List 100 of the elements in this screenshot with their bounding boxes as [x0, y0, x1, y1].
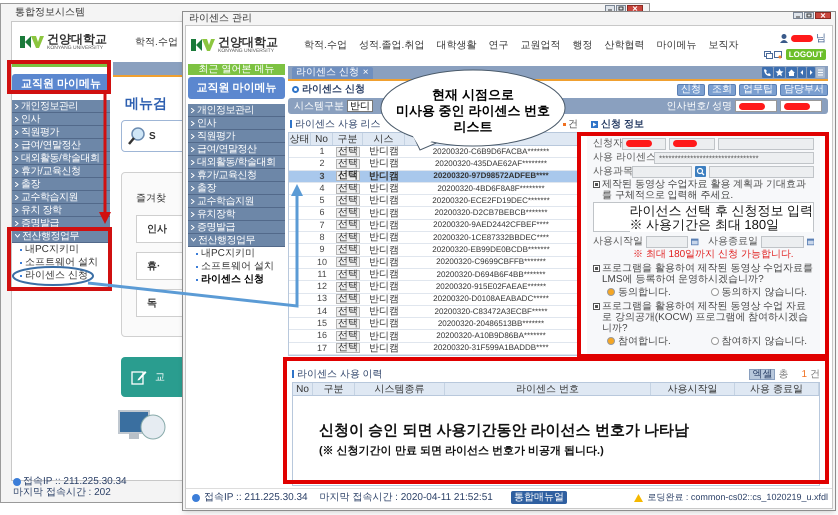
- radio-option[interactable]: 참여하지 않습니다.: [710, 335, 814, 347]
- input-field[interactable]: [622, 138, 666, 150]
- menu-icon[interactable]: [816, 67, 825, 78]
- input-field[interactable]: [646, 236, 688, 248]
- table-row[interactable]: 12 선택 반디캠 20200320-915E02FAEAE******: [289, 281, 577, 294]
- home-icon[interactable]: [786, 67, 797, 78]
- submenu-item[interactable]: 소프트웨어 설치: [12, 256, 110, 269]
- menu-item[interactable]: 증명발급: [188, 221, 285, 234]
- shortcut-button[interactable]: 인사: [136, 215, 185, 243]
- select-button[interactable]: 선택: [336, 257, 360, 268]
- submenu-item[interactable]: 소프트웨어 설치: [188, 260, 285, 273]
- system-select[interactable]: 반디: [347, 100, 373, 112]
- select-button[interactable]: 선택: [336, 196, 360, 206]
- nav-link[interactable]: 산학협력: [604, 38, 644, 52]
- menu-item[interactable]: 인사: [12, 113, 110, 126]
- nav-link[interactable]: 연구: [488, 38, 508, 52]
- radio-option[interactable]: 참여합니다.: [607, 335, 710, 347]
- text-area[interactable]: 라이선스 선택 후 신청정보 입력 ※ 사용기간은 최대 180일: [593, 202, 814, 232]
- maximize-icon[interactable]: [616, 5, 626, 12]
- radio-button[interactable]: [607, 337, 615, 345]
- select-button[interactable]: 선택: [336, 343, 360, 354]
- close-icon[interactable]: [627, 5, 643, 12]
- menu-item[interactable]: 전산행정업무: [188, 234, 285, 247]
- nav-link[interactable]: 성적.졸업.취업: [358, 38, 424, 52]
- menu-item[interactable]: 직원평가: [188, 130, 285, 143]
- submenu-item[interactable]: 라이센스 신청: [12, 269, 110, 282]
- calendar-icon[interactable]: [691, 237, 699, 246]
- next-icon[interactable]: [807, 67, 815, 78]
- table-row[interactable]: 10 선택 반디캠 20200320-C9699CBFFB*******: [289, 256, 577, 269]
- minimize-icon[interactable]: [605, 5, 615, 12]
- select-button[interactable]: 선택: [336, 318, 360, 329]
- input-field[interactable]: [632, 166, 692, 178]
- calendar-icon[interactable]: [806, 237, 814, 246]
- table-row[interactable]: 2 선택 반디캠 20200320-435DAE62AF********: [289, 158, 577, 171]
- select-button[interactable]: 선택: [336, 270, 360, 280]
- menu-item[interactable]: 출장: [188, 182, 285, 195]
- select-button[interactable]: 선택: [336, 146, 360, 157]
- my-menu-button[interactable]: 교직원 마이메뉴: [188, 77, 285, 99]
- select-button[interactable]: 선택: [336, 294, 360, 304]
- nav-link[interactable]: 학적.수업: [304, 38, 347, 52]
- nav-link[interactable]: 보직자: [708, 38, 738, 52]
- nav-link[interactable]: 학적.수업: [135, 34, 178, 50]
- select-button[interactable]: 선택: [336, 331, 360, 342]
- menu-item[interactable]: 인사: [188, 117, 285, 130]
- table-row[interactable]: 4 선택 반디캠 20200320-4BD6F8A8F********: [289, 182, 577, 196]
- radio-option[interactable]: 동의합니다.: [607, 286, 710, 298]
- submenu-item[interactable]: 내PC지키미: [12, 243, 110, 256]
- nav-link[interactable]: 교원업적: [520, 38, 560, 52]
- menu-item[interactable]: 휴가/교육신청: [12, 165, 110, 178]
- excel-button[interactable]: 엑셀: [749, 368, 776, 380]
- shortcut-button[interactable]: 휴·: [136, 252, 185, 280]
- select-button[interactable]: 선택: [336, 245, 360, 256]
- table-row[interactable]: 7 선택 반디캠 20200320-9AED2442CFBEF****: [289, 220, 577, 232]
- windows-icon[interactable]: [764, 50, 782, 58]
- menu-item[interactable]: 교수학습지원: [12, 191, 110, 204]
- menu-item[interactable]: 전산행정업무: [12, 230, 110, 243]
- search-icon[interactable]: [695, 166, 706, 177]
- table-row[interactable]: 16 선택 반디캠 20200320-A10B9D86BA*******: [289, 330, 577, 343]
- select-button[interactable]: 선택: [336, 306, 360, 316]
- minimize-icon[interactable]: [793, 12, 803, 19]
- input-field[interactable]: [718, 138, 814, 150]
- menu-item[interactable]: 대외활동/학술대회: [188, 156, 285, 169]
- menu-item[interactable]: 대외활동/학술대회: [12, 152, 110, 165]
- select-button[interactable]: 선택: [336, 282, 360, 292]
- menu-item[interactable]: 개인정보관리: [188, 104, 285, 117]
- table-row[interactable]: 14 선택 반디캠 20200320-C83472A3ECBF*****: [289, 306, 577, 318]
- table-row[interactable]: 17 선택 반디캠 20200320-31F599A1BADDB****: [289, 342, 577, 356]
- submenu-item[interactable]: 라이센스 신청: [188, 273, 285, 286]
- selected-row[interactable]: 3 선택 반디캠 20200320-97D98572ADFEB****: [289, 170, 577, 183]
- nav-link[interactable]: 대학생활: [436, 38, 476, 52]
- select-button[interactable]: 선택: [336, 232, 360, 243]
- menu-item[interactable]: 유치장학: [188, 208, 285, 221]
- input-field[interactable]: [709, 166, 814, 178]
- maximize-icon[interactable]: [804, 12, 814, 19]
- input-field[interactable]: [780, 100, 822, 112]
- menu-item[interactable]: 유치 장학: [12, 204, 110, 217]
- menu-item[interactable]: 직원평가: [12, 126, 110, 139]
- input-field[interactable]: [669, 138, 715, 150]
- star-icon[interactable]: [774, 67, 785, 78]
- select-button[interactable]: 선택: [336, 158, 360, 169]
- input-field[interactable]: [735, 100, 777, 112]
- menu-item[interactable]: 교수학습지원: [188, 195, 285, 208]
- manual-button[interactable]: 통합매뉴얼: [510, 491, 567, 504]
- search-field[interactable]: S: [121, 120, 185, 152]
- radio-button[interactable]: [607, 288, 615, 296]
- menu-item[interactable]: 출장: [12, 178, 110, 191]
- radio-button[interactable]: [710, 337, 718, 345]
- nav-link[interactable]: 행정: [572, 38, 592, 52]
- previous-icon[interactable]: [798, 67, 806, 78]
- menu-item[interactable]: 휴가/교육신청: [188, 169, 285, 182]
- select-button[interactable]: 선택: [336, 171, 360, 182]
- menu-item[interactable]: 급여/연말정산: [12, 139, 110, 152]
- submenu-item[interactable]: 내PC지키미: [188, 247, 285, 260]
- select-button[interactable]: 선택: [336, 220, 360, 230]
- close-icon[interactable]: [815, 12, 831, 19]
- radio-option[interactable]: 동의하지 않습니다.: [710, 286, 814, 298]
- radio-button[interactable]: [710, 288, 718, 296]
- menu-item[interactable]: 급여/연말정산: [188, 143, 285, 156]
- table-row[interactable]: 15 선택 반디캠 20200320-20486513BB*******: [289, 318, 577, 330]
- table-row[interactable]: 6 선택 반디캠 20200320-D2CB7BEBCB*******: [289, 207, 577, 220]
